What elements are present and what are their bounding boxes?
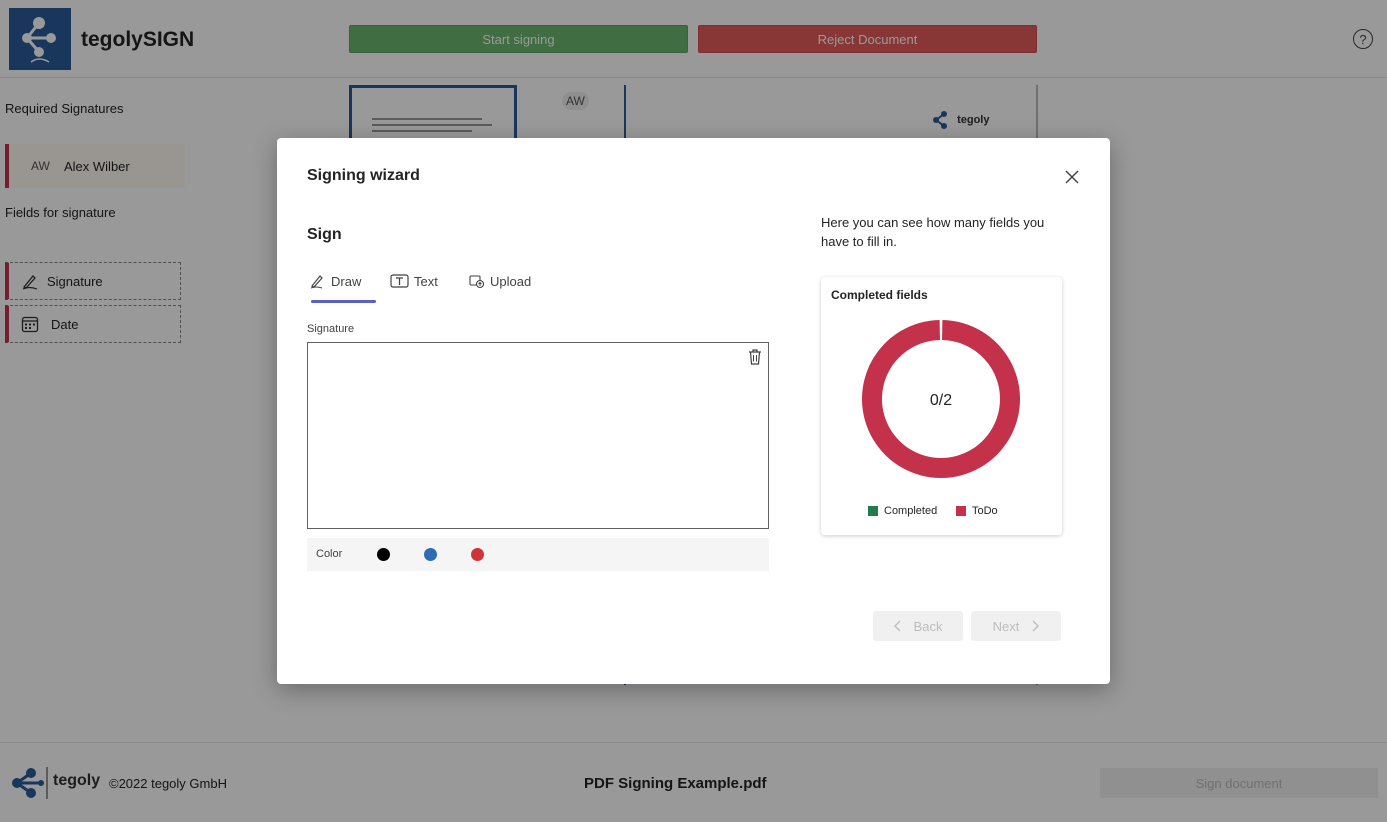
completed-fields-donut-chart: 0/2: [862, 320, 1020, 478]
legend-item-completed: Completed: [868, 505, 937, 517]
legend-label: Completed: [884, 505, 938, 517]
next-button-label: Next: [992, 618, 1020, 634]
signing-wizard-dialog: Signing wizard Sign Draw Text Upload Sig…: [277, 138, 1110, 684]
fields-info-text: Here you can see how many fields you hav…: [821, 215, 1045, 249]
tab-label: Draw: [331, 273, 362, 289]
donut-center-label: 0/2: [930, 392, 952, 409]
legend-swatch: [868, 506, 878, 516]
color-swatch-red[interactable]: [471, 548, 484, 561]
active-tab-indicator: [311, 300, 376, 303]
color-swatch-black[interactable]: [377, 548, 390, 561]
close-icon[interactable]: [1061, 166, 1083, 188]
color-label: Color: [316, 548, 343, 560]
legend-label: ToDo: [972, 505, 998, 517]
tab-upload[interactable]: Upload: [469, 271, 531, 291]
color-swatch-blue[interactable]: [424, 548, 437, 561]
chevron-left-icon: [893, 620, 901, 632]
pen-icon: [310, 275, 323, 289]
tab-text[interactable]: Text: [390, 271, 438, 291]
next-button[interactable]: Next: [971, 611, 1061, 641]
color-picker-bar: Color: [307, 538, 769, 571]
text-box-icon: [390, 274, 409, 288]
tab-label: Upload: [490, 273, 532, 289]
tab-label: Text: [414, 273, 438, 289]
chevron-right-icon: [1032, 620, 1040, 632]
tab-draw[interactable]: Draw: [310, 271, 361, 291]
step-title: Sign: [307, 226, 342, 243]
chart-title: Completed fields: [831, 288, 928, 302]
legend-swatch: [956, 506, 966, 516]
back-button-label: Back: [913, 618, 943, 634]
trash-icon[interactable]: [747, 348, 763, 366]
completed-fields-chart-card: 0/2 Completed fields Completed ToDo: [821, 277, 1062, 535]
signature-label: Signature: [307, 323, 355, 335]
signature-draw-canvas[interactable]: [307, 342, 769, 529]
back-button[interactable]: Back: [873, 611, 963, 641]
upload-image-icon: [469, 275, 485, 289]
dialog-title: Signing wizard: [307, 167, 420, 184]
legend-item-todo: ToDo: [956, 505, 998, 517]
